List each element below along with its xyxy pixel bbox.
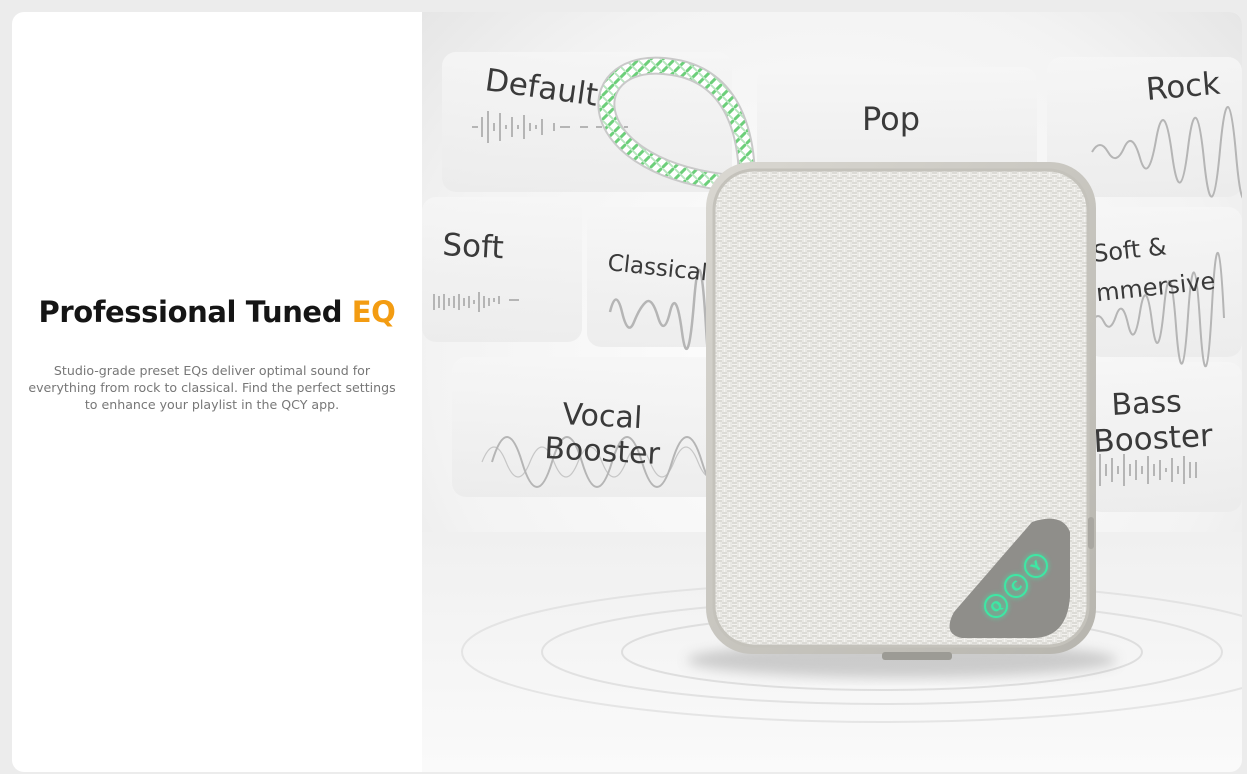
eq-label-bass-1: Bass — [1111, 384, 1183, 423]
feature-text-panel: Professional Tuned EQ Studio-grade prese… — [12, 12, 422, 772]
product-image: Default Pop Rock Soft Classical Soft & I… — [422, 12, 1242, 772]
feature-headline: Professional Tuned EQ — [12, 295, 422, 329]
eq-label-bass-2: Booster — [1093, 418, 1214, 460]
eq-label-vocal-2: Booster — [544, 431, 662, 472]
feature-description: Studio-grade preset EQs deliver optimal … — [28, 363, 396, 412]
product-feature-card: Professional Tuned EQ Studio-grade prese… — [12, 12, 1242, 772]
headline-main: Professional Tuned — [38, 295, 352, 329]
side-button — [1088, 517, 1094, 549]
eq-label-soft: Soft — [442, 227, 505, 266]
speaker: Q C Y — [706, 162, 1096, 660]
headline-accent: EQ — [351, 295, 396, 329]
eq-label-rock: Rock — [1145, 66, 1222, 108]
eq-label-vocal-1: Vocal — [562, 397, 643, 436]
eq-label-pop: Pop — [862, 100, 920, 138]
